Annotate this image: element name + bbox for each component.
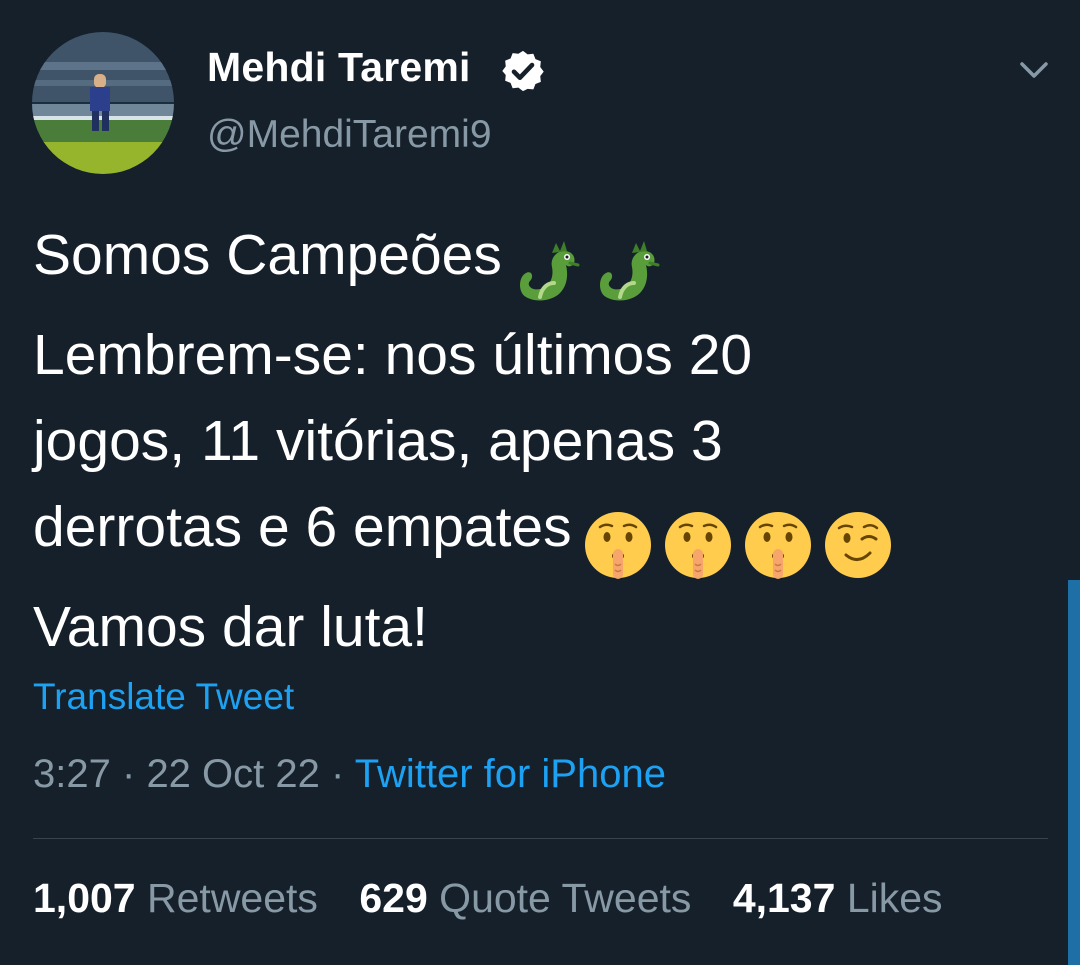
divider	[33, 838, 1048, 839]
translate-tweet-link[interactable]: Translate Tweet	[33, 676, 294, 718]
tweet-time[interactable]: 3:27	[33, 752, 111, 796]
avatar-image	[32, 32, 174, 174]
display-name[interactable]: Mehdi Taremi	[207, 44, 471, 91]
chevron-down-icon[interactable]	[1014, 54, 1054, 86]
tweet-line-5: Vamos dar luta!	[33, 595, 428, 659]
tweet-date[interactable]: 22 Oct 22	[146, 752, 319, 796]
emoji-group-2	[582, 498, 902, 584]
tweet-line-3: jogos, 11 vitórias, apenas 3	[33, 409, 723, 473]
quote-tweets-label: Quote Tweets	[439, 875, 692, 921]
scrollbar[interactable]	[1068, 580, 1080, 965]
shushing-face-icon	[744, 511, 811, 579]
tweet-line-1: Somos Campeões	[33, 223, 502, 287]
verified-badge-icon	[502, 50, 544, 92]
tweet-line-2: Lembrem-se: nos últimos 20	[33, 323, 753, 387]
engagement-stats: 1,007 Retweets 629 Quote Tweets 4,137 Li…	[33, 875, 973, 922]
likes-label: Likes	[846, 875, 943, 921]
dragon-icon	[599, 240, 660, 301]
tweet-metadata: 3:27 · 22 Oct 22 · Twitter for iPhone	[33, 752, 666, 797]
avatar[interactable]	[32, 32, 174, 174]
likes-stat[interactable]: 4,137 Likes	[733, 875, 943, 921]
tweet-text: Somos Campeões Lembrem-se: nos últimos 2…	[33, 212, 1043, 670]
user-handle[interactable]: @MehdiTaremi9	[207, 113, 492, 157]
tweet-line-4: derrotas e 6 empates	[33, 495, 572, 559]
quote-tweets-stat[interactable]: 629 Quote Tweets	[359, 875, 691, 921]
dragon-icon	[519, 240, 580, 301]
retweets-label: Retweets	[147, 875, 318, 921]
tweet-detail: Mehdi Taremi @MehdiTaremi9 Somos Campeõe…	[0, 0, 1080, 965]
winking-face-icon	[824, 511, 891, 578]
likes-count: 4,137	[732, 875, 836, 921]
retweets-stat[interactable]: 1,007 Retweets	[33, 875, 318, 921]
tweet-source-link[interactable]: Twitter for iPhone	[355, 752, 666, 796]
shushing-face-icon	[584, 511, 651, 579]
meta-separator: ·	[331, 752, 345, 796]
quote-tweets-count: 629	[359, 875, 428, 921]
emoji-group-1	[512, 226, 672, 312]
meta-separator: ·	[121, 752, 136, 796]
shushing-face-icon	[664, 511, 731, 579]
retweets-count: 1,007	[33, 875, 136, 921]
